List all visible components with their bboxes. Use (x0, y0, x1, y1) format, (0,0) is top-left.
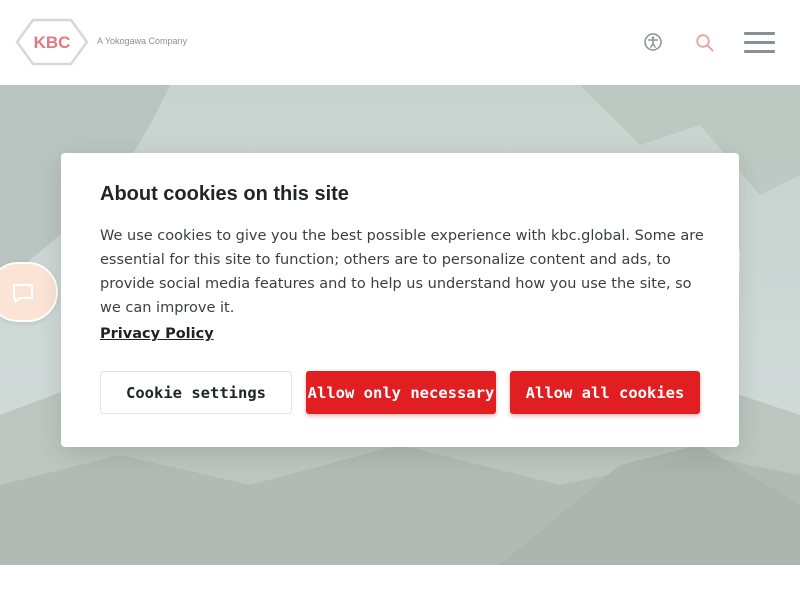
chat-bubble-icon (13, 284, 33, 303)
cookie-settings-button[interactable]: Cookie settings (100, 371, 292, 414)
menu-line (744, 50, 775, 53)
svg-text:KBC: KBC (34, 33, 71, 52)
menu-line (744, 41, 775, 44)
cookie-dialog-title: About cookies on this site (100, 183, 349, 205)
allow-necessary-button[interactable]: Allow only necessary (306, 371, 496, 414)
chat-button[interactable] (0, 262, 58, 322)
kbc-logo[interactable]: KBC (15, 18, 89, 66)
search-icon[interactable] (695, 33, 715, 53)
hamburger-menu-icon[interactable] (744, 32, 776, 54)
cookie-dialog-body: We use cookies to give you the best poss… (100, 228, 704, 316)
site-header: KBC A Yokogawa Company (0, 0, 800, 85)
allow-all-cookies-button[interactable]: Allow all cookies (510, 371, 700, 414)
cookie-consent-dialog: About cookies on this site We use cookie… (61, 153, 739, 447)
menu-line (744, 32, 775, 35)
page-footer-strip (0, 565, 800, 600)
logo-tagline: A Yokogawa Company (97, 36, 188, 46)
privacy-policy-link[interactable]: Privacy Policy (100, 326, 214, 342)
accessibility-icon[interactable] (643, 32, 663, 52)
